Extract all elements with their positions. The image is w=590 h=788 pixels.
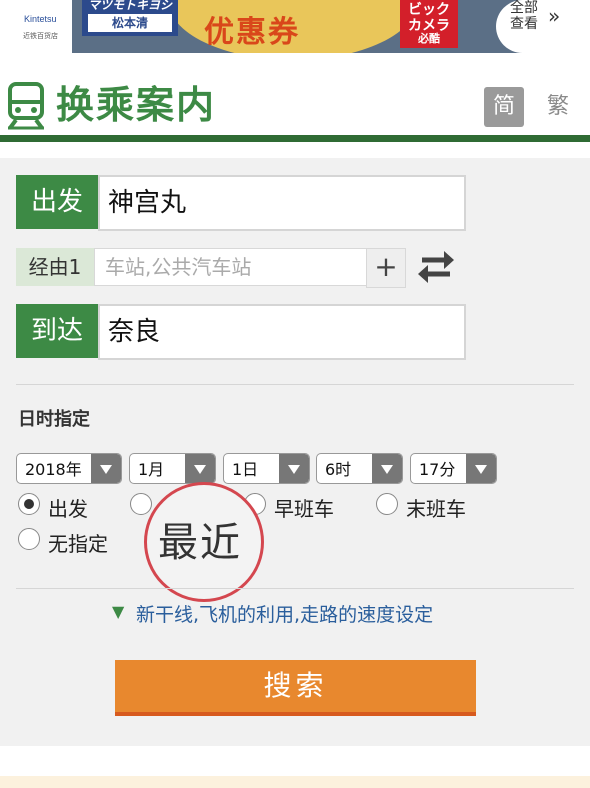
footer-strip: [0, 776, 590, 788]
via-input[interactable]: 车站,公共汽车站: [94, 248, 378, 286]
radio-last-train[interactable]: [376, 493, 398, 515]
section-divider: [16, 384, 574, 385]
swap-icon[interactable]: [416, 246, 456, 286]
banner-more-label: 全部 查看: [510, 0, 538, 32]
chevron-down-icon: [91, 454, 121, 483]
month-select[interactable]: 1月: [129, 453, 216, 484]
radio-arrive[interactable]: [130, 493, 152, 515]
day-select[interactable]: 1日: [223, 453, 310, 484]
coupon-text: 优惠券: [204, 15, 300, 50]
month-select-value: 1月: [138, 460, 165, 479]
day-select-value: 1日: [232, 460, 259, 479]
depart-input[interactable]: 神宫丸: [98, 175, 466, 231]
triangle-down-icon: ▼: [112, 602, 125, 621]
chevron-down-icon: [279, 454, 309, 483]
search-form-panel: [0, 158, 590, 746]
year-select-value: 2018年: [25, 460, 82, 479]
chevron-down-icon: [372, 454, 402, 483]
depart-label: 出发: [16, 175, 98, 229]
double-chevron-right-icon: »: [548, 4, 561, 28]
camera-sub: 必酷: [418, 32, 440, 45]
year-select[interactable]: 2018年: [16, 453, 122, 484]
biccamera-logo-block: ビック カメラ 必酷: [400, 0, 458, 48]
chevron-down-icon: [466, 454, 496, 483]
radio-last-train-label: 末班车: [406, 497, 466, 521]
page-title: 换乘案内: [56, 83, 217, 127]
kintetsu-sub: 近铁百货店: [23, 32, 58, 40]
radio-first-train-label: 早班车: [274, 497, 334, 521]
minute-select-value: 17分: [419, 460, 456, 479]
section-divider: [16, 588, 574, 589]
mk-name: 松本清: [88, 14, 172, 32]
header-divider: [0, 135, 590, 142]
matsumotokiyoshi-logo-block: マツモトキヨシ 松本清: [82, 0, 178, 36]
radio-none-label: 无指定: [48, 532, 108, 556]
recent-stamp-text: 最近: [158, 520, 242, 566]
mk-logo: マツモトキヨシ: [88, 0, 173, 12]
kintetsu-logo-block: Kintetsu 近铁百货店: [18, 0, 72, 53]
hour-select[interactable]: 6时: [316, 453, 403, 484]
arrive-input[interactable]: 奈良: [98, 304, 466, 360]
radio-depart[interactable]: [18, 493, 40, 515]
via-label: 经由1: [16, 248, 94, 286]
train-icon: [8, 82, 44, 130]
more-settings-link[interactable]: 新干线,飞机的利用,走路的速度设定: [136, 600, 433, 627]
lang-traditional-button[interactable]: 繁: [538, 87, 578, 127]
add-via-button[interactable]: +: [366, 248, 406, 288]
lang-simplified-button[interactable]: 简: [484, 87, 524, 127]
kintetsu-logo: Kintetsu: [24, 14, 57, 24]
banner-more-button[interactable]: 全部 查看 »: [496, 0, 572, 53]
radio-depart-label: 出发: [48, 497, 88, 521]
date-label: 日时指定: [18, 409, 90, 430]
search-button[interactable]: 搜索: [115, 660, 476, 716]
hour-select-value: 6时: [325, 460, 352, 479]
arrive-label: 到达: [16, 304, 98, 358]
ad-banner[interactable]: Kintetsu 近铁百货店 マツモトキヨシ 松本清 优惠券 ビック カメラ 必…: [18, 0, 572, 53]
minute-select[interactable]: 17分: [410, 453, 497, 484]
chevron-down-icon: [185, 454, 215, 483]
radio-none[interactable]: [18, 528, 40, 550]
